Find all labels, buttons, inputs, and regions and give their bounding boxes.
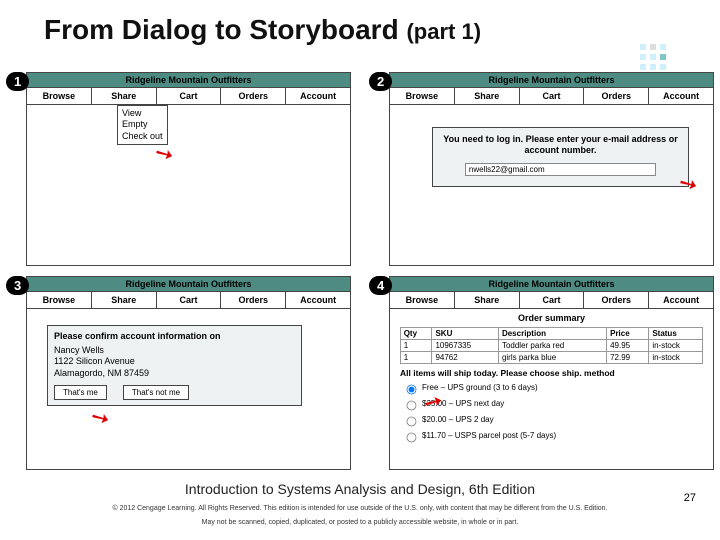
nav-orders[interactable]: Orders <box>221 292 286 308</box>
panel-badge: 2 <box>369 72 392 91</box>
mock-titlebar: Ridgeline Mountain Outfitters <box>27 73 350 88</box>
mock-titlebar: Ridgeline Mountain Outfitters <box>390 277 713 292</box>
col-desc: Description <box>498 328 606 340</box>
ship-radio[interactable] <box>407 401 417 411</box>
confirm-name: Nancy Wells <box>54 345 295 356</box>
thats-me-button[interactable]: That's me <box>54 385 107 400</box>
nav-account[interactable]: Account <box>286 292 350 308</box>
dropdown-item-checkout[interactable]: Check out <box>122 131 163 142</box>
panel-1: 1 Ridgeline Mountain Outfitters Browse S… <box>6 72 351 266</box>
shipping-message: All items will ship today. Please choose… <box>390 364 713 380</box>
panel-3: 3 Ridgeline Mountain Outfitters Browse S… <box>6 276 351 470</box>
storyboard-grid: 1 Ridgeline Mountain Outfitters Browse S… <box>6 72 714 470</box>
col-sku: SKU <box>432 328 499 340</box>
panel-4: 4 Ridgeline Mountain Outfitters Browse S… <box>369 276 714 470</box>
nav-orders[interactable]: Orders <box>584 292 649 308</box>
ship-radio[interactable] <box>407 385 417 395</box>
order-table: Qty SKU Description Price Status 1 10967… <box>400 327 704 364</box>
slide-title: From Dialog to Storyboard (part 1) <box>0 0 720 54</box>
title-main: From Dialog to Storyboard <box>44 14 399 45</box>
nav-cart[interactable]: Cart <box>520 292 585 308</box>
nav-share[interactable]: Share <box>455 88 520 104</box>
page-number: 27 <box>684 492 696 504</box>
dropdown-item-view[interactable]: View <box>122 108 163 119</box>
ship-opt[interactable]: $11.70 – USPS parcel post (5-7 days) <box>400 428 703 444</box>
mock-titlebar: Ridgeline Mountain Outfitters <box>27 277 350 292</box>
order-summary-title: Order summary <box>390 309 713 327</box>
nav-share[interactable]: Share <box>92 292 157 308</box>
confirm-header: Please confirm account information on <box>54 331 295 341</box>
nav-browse[interactable]: Browse <box>390 292 455 308</box>
ship-opt[interactable]: $20.00 – UPS 2 day <box>400 412 703 428</box>
mock-window: Ridgeline Mountain Outfitters Browse Sha… <box>26 276 351 470</box>
panel-badge: 3 <box>6 276 29 295</box>
panel-2: 2 Ridgeline Mountain Outfitters Browse S… <box>369 72 714 266</box>
nav-browse[interactable]: Browse <box>390 88 455 104</box>
copyright-line1: © 2012 Cengage Learning. All Rights Rese… <box>0 505 720 514</box>
nav-cart[interactable]: Cart <box>157 88 222 104</box>
annotation-arrow-icon: ➘ <box>674 170 701 198</box>
panel-badge: 4 <box>369 276 392 295</box>
annotation-arrow-icon: ➘ <box>87 404 114 432</box>
mock-window: Ridgeline Mountain Outfitters Browse Sha… <box>389 276 714 470</box>
nav-cart[interactable]: Cart <box>520 88 585 104</box>
nav-share[interactable]: Share <box>455 292 520 308</box>
nav-account[interactable]: Account <box>649 292 713 308</box>
slide-footer: Introduction to Systems Analysis and Des… <box>0 481 720 529</box>
panel-badge: 1 <box>6 72 29 91</box>
login-prompt: You need to log in. Please enter your e-… <box>441 134 680 157</box>
cart-dropdown[interactable]: View Empty Check out <box>117 105 168 145</box>
nav-orders[interactable]: Orders <box>221 88 286 104</box>
thats-not-me-button[interactable]: That's not me <box>123 385 189 400</box>
confirm-dialog: Please confirm account information on Na… <box>47 325 302 406</box>
table-row: 1 10967335 Toddler parka red 49.95 in-st… <box>400 340 703 352</box>
nav-browse[interactable]: Browse <box>27 88 92 104</box>
nav-account[interactable]: Account <box>649 88 713 104</box>
confirm-street: 1122 Silicon Avenue <box>54 356 295 367</box>
confirm-city: Alamagordo, NM 87459 <box>54 368 295 379</box>
nav-orders[interactable]: Orders <box>584 88 649 104</box>
annotation-arrow-icon: ➘ <box>151 140 178 168</box>
col-status: Status <box>649 328 703 340</box>
nav-account[interactable]: Account <box>286 88 350 104</box>
nav-browse[interactable]: Browse <box>27 292 92 308</box>
mock-nav: Browse Share Cart Orders Account <box>390 292 713 309</box>
col-price: Price <box>607 328 649 340</box>
dropdown-item-empty[interactable]: Empty <box>122 119 163 130</box>
mock-window: Ridgeline Mountain Outfitters Browse Sha… <box>389 72 714 266</box>
copyright-line2: May not be scanned, copied, duplicated, … <box>0 519 720 528</box>
title-part: (part 1) <box>406 19 481 44</box>
col-qty: Qty <box>400 328 432 340</box>
mock-nav: Browse Share Cart Orders Account <box>390 88 713 105</box>
mock-nav: Browse Share Cart Orders Account <box>27 88 350 105</box>
mock-titlebar: Ridgeline Mountain Outfitters <box>390 73 713 88</box>
decorative-dots <box>640 44 666 70</box>
login-dialog: You need to log in. Please enter your e-… <box>432 127 689 187</box>
mock-nav: Browse Share Cart Orders Account <box>27 292 350 309</box>
nav-cart[interactable]: Cart <box>157 292 222 308</box>
nav-share[interactable]: Share <box>92 88 157 104</box>
email-input[interactable] <box>465 163 656 176</box>
table-row: 1 94762 girls parka blue 72.99 in-stock <box>400 352 703 364</box>
mock-window: Ridgeline Mountain Outfitters Browse Sha… <box>26 72 351 266</box>
book-title: Introduction to Systems Analysis and Des… <box>185 481 535 497</box>
ship-radio[interactable] <box>407 417 417 427</box>
ship-radio[interactable] <box>407 433 417 443</box>
